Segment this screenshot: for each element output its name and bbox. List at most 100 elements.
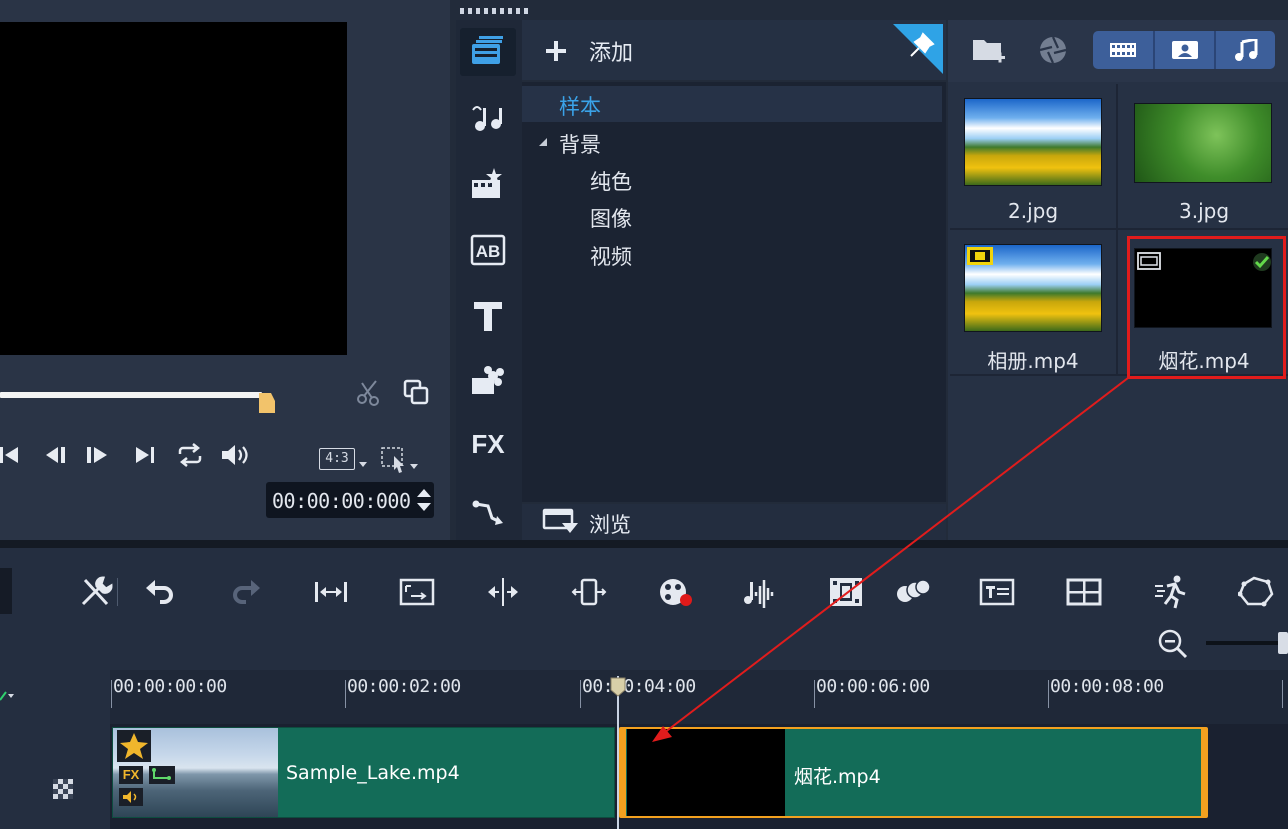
thumbnail-label: 3.jpg xyxy=(1178,199,1230,223)
tree-expand-triangle-icon[interactable] xyxy=(537,136,549,148)
fit-project-icon[interactable] xyxy=(313,574,349,610)
ruler-label: 00:00:08:00 xyxy=(1050,676,1164,697)
timecode-value: 00:00:00:000 xyxy=(272,489,411,513)
track-visibility-icon[interactable] xyxy=(52,778,74,800)
thumbnail-2jpg[interactable] xyxy=(964,98,1102,186)
redo-icon[interactable] xyxy=(228,574,264,610)
zoom-out-icon[interactable] xyxy=(1157,628,1189,660)
motion-tracking-icon[interactable] xyxy=(1153,574,1189,610)
playhead-line[interactable] xyxy=(617,676,619,829)
audio-waveform-icon[interactable] xyxy=(742,574,778,610)
next-frame-icon[interactable] xyxy=(84,442,110,468)
tree-item-solid-color[interactable]: 纯色 xyxy=(590,166,632,196)
ruler-tick xyxy=(345,680,346,708)
record-capture-icon[interactable] xyxy=(657,574,693,610)
scrubber-track[interactable] xyxy=(0,392,262,398)
trim-clip-icon[interactable] xyxy=(571,574,607,610)
ruler-label: 00:00:06:00 xyxy=(816,676,930,697)
tools-icon[interactable] xyxy=(77,574,113,610)
undo-icon[interactable] xyxy=(142,574,178,610)
split-clip-icon[interactable] xyxy=(485,574,521,610)
ruler-label: 00:00:00:00 xyxy=(113,676,227,697)
track-manager-chevron-icon[interactable] xyxy=(0,688,16,704)
browse-icon[interactable] xyxy=(542,507,580,535)
motion-path-badge-icon xyxy=(149,766,175,784)
annotation-highlight-box xyxy=(1127,236,1286,379)
zoom-slider-thumb[interactable] xyxy=(1278,632,1288,654)
aspect-ratio-button[interactable]: 4:3 xyxy=(319,448,355,470)
clip-trim-handle-right[interactable] xyxy=(1201,729,1207,816)
mask-creator-icon[interactable] xyxy=(1238,574,1274,610)
library-tool-strip xyxy=(456,20,522,540)
capture-aperture-icon[interactable] xyxy=(1036,32,1072,68)
playhead-handle-icon[interactable] xyxy=(610,677,626,697)
clip-name: 烟花.mp4 xyxy=(794,766,881,788)
crop-selection-icon[interactable] xyxy=(380,446,422,474)
show-videos-icon[interactable] xyxy=(1093,31,1153,69)
scissors-icon[interactable] xyxy=(354,377,384,407)
thumbnail-label: 相册.mp4 xyxy=(987,349,1079,373)
trim-marker-end-icon[interactable] xyxy=(259,393,275,413)
pin-icon[interactable] xyxy=(893,24,943,74)
go-to-start-icon[interactable] xyxy=(0,442,24,468)
go-to-end-icon[interactable] xyxy=(132,442,158,468)
video-badge-icon xyxy=(967,247,993,265)
import-folder-icon[interactable] xyxy=(971,32,1007,68)
ruler-tick xyxy=(1282,680,1283,708)
tree-item-image[interactable]: 图像 xyxy=(590,203,632,233)
panel-drag-grip[interactable] xyxy=(460,8,532,14)
add-plus-icon[interactable] xyxy=(543,38,569,64)
ruler-label: 00:00:02:00 xyxy=(347,676,461,697)
clip-thumbnail xyxy=(627,729,785,816)
volume-icon[interactable] xyxy=(219,442,251,468)
subtitle-editor-icon[interactable] xyxy=(979,574,1015,610)
timecode-stepper-icon[interactable] xyxy=(414,485,434,515)
text-icon[interactable] xyxy=(470,298,506,334)
ruler-tick xyxy=(814,680,815,708)
audio-badge-icon xyxy=(119,788,143,806)
instant-project-icon[interactable] xyxy=(470,100,506,136)
browse-label[interactable]: 浏览 xyxy=(589,509,631,539)
overlay-icon[interactable] xyxy=(895,574,931,610)
toolbar-left-tab[interactable] xyxy=(0,568,12,614)
tree-item-backgrounds[interactable]: 背景 xyxy=(559,129,601,159)
ab-title-icon[interactable]: AB xyxy=(470,232,506,268)
add-folder-label[interactable]: 添加 xyxy=(589,35,633,67)
previous-frame-icon[interactable] xyxy=(43,442,69,468)
ruler-tick xyxy=(580,680,581,708)
video-track-header xyxy=(0,724,110,829)
repeat-icon[interactable] xyxy=(175,442,205,468)
transition-icon[interactable] xyxy=(470,166,506,202)
graphics-icon[interactable] xyxy=(470,362,506,398)
clip-trim-handle-left[interactable] xyxy=(620,729,626,816)
tree-item-video[interactable]: 视频 xyxy=(590,241,632,271)
thumbnail-3jpg[interactable] xyxy=(1134,103,1272,183)
favorite-star-icon xyxy=(117,730,151,762)
smart-proxy-icon[interactable] xyxy=(399,574,435,610)
media-icon[interactable] xyxy=(470,34,506,70)
thumbnail-label: 2.jpg xyxy=(1007,199,1059,223)
path-icon[interactable] xyxy=(470,494,506,530)
fx-badge: FX xyxy=(119,766,143,784)
panel-splitter[interactable] xyxy=(0,540,1288,548)
zoom-slider-track[interactable] xyxy=(1206,641,1288,645)
aspect-dropdown-chevron-icon[interactable] xyxy=(357,458,369,470)
show-photos-icon[interactable] xyxy=(1155,31,1215,69)
toolbar-divider xyxy=(117,578,118,606)
video-editor-window: 4:3 00:00:00:000 AB FX 添加 样本 背景 纯色 图像 视频… xyxy=(0,0,1288,829)
track-header-corner xyxy=(0,670,110,724)
ruler-tick xyxy=(111,680,112,708)
show-audio-icon[interactable] xyxy=(1216,31,1276,69)
fx-filter-button[interactable]: FX xyxy=(470,426,506,462)
ruler-label: 00:00:04:00 xyxy=(582,676,696,697)
library-header xyxy=(522,20,946,80)
film-strip-icon[interactable] xyxy=(828,574,864,610)
grid-divider xyxy=(950,228,1288,230)
copy-snapshot-icon[interactable] xyxy=(402,378,430,406)
tree-item-samples[interactable]: 样本 xyxy=(559,91,601,121)
browse-bar xyxy=(522,504,946,542)
multi-camera-icon[interactable] xyxy=(1066,574,1102,610)
ruler-tick xyxy=(1048,680,1049,708)
preview-screen xyxy=(0,22,347,355)
svg-text:AB: AB xyxy=(476,242,501,261)
